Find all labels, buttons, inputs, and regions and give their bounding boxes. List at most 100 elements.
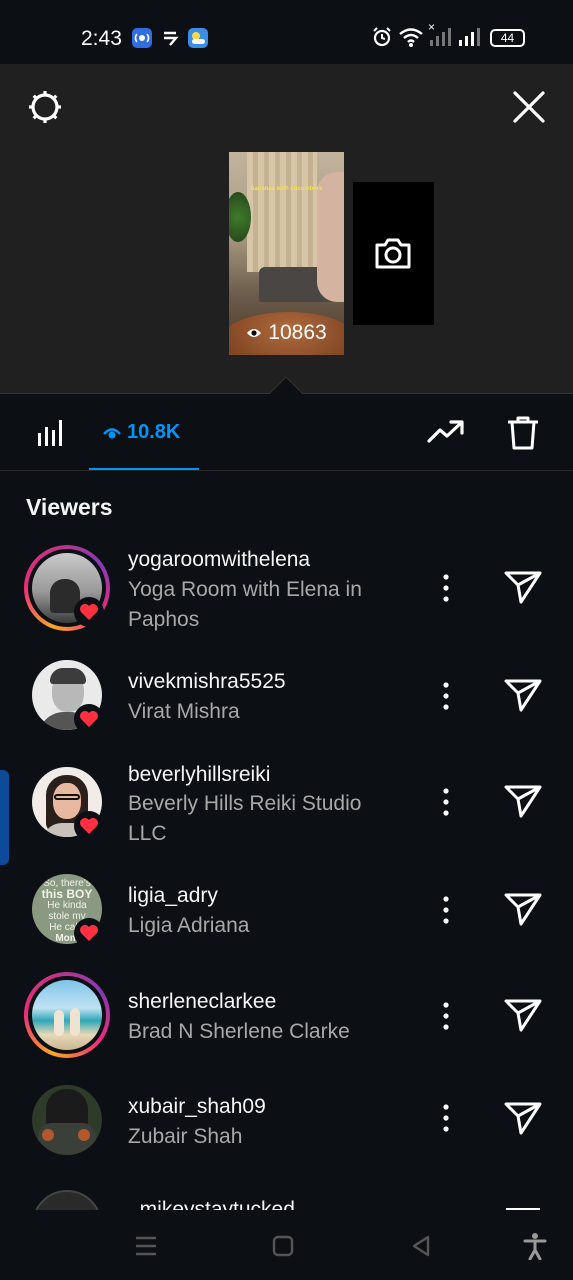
viewer-username[interactable]: yogaroomwithelena xyxy=(128,548,310,572)
avatar xyxy=(32,980,102,1050)
viewer-row[interactable]: xubair_shah09 Zubair Shah xyxy=(0,1077,573,1163)
avatar-figure xyxy=(54,1010,64,1036)
close-button[interactable] xyxy=(508,86,550,128)
battery-icon: 44 xyxy=(490,29,525,47)
viewer-row[interactable]: vivekmishra5525 Virat Mishra xyxy=(0,652,573,738)
viewer-username[interactable]: sherleneclarkee xyxy=(128,990,276,1014)
send-icon[interactable] xyxy=(503,997,543,1033)
avatar-wrap[interactable]: So, there's this BOY He kinda stole my H… xyxy=(24,866,110,952)
liked-badge xyxy=(74,597,104,627)
alarm-icon xyxy=(371,26,393,53)
send-icon[interactable] xyxy=(503,677,543,713)
viewers-heading: Viewers xyxy=(26,494,113,520)
viewer-username[interactable]: beverlyhillsreiki xyxy=(128,763,270,787)
viewer-full-name-line: LLC xyxy=(128,822,167,845)
app-notification-icon xyxy=(132,28,152,48)
send-icon[interactable] xyxy=(503,1100,543,1136)
avatar-text: this BOY xyxy=(41,887,93,901)
active-tab-indicator xyxy=(89,468,199,470)
settings-button[interactable] xyxy=(24,86,66,128)
system-nav-bar xyxy=(0,1210,573,1280)
back-icon[interactable] xyxy=(410,1235,432,1257)
avatar-wrap[interactable] xyxy=(24,652,110,738)
viewer-row[interactable]: yogaroomwithelena Yoga Room with Elena i… xyxy=(0,545,573,645)
settings-icon xyxy=(29,91,61,123)
story-views-number: 10863 xyxy=(268,321,327,344)
avatar-wrap[interactable] xyxy=(24,759,110,845)
bar-chart-icon[interactable] xyxy=(37,419,65,447)
more-icon[interactable] xyxy=(436,1103,456,1133)
liked-badge xyxy=(74,918,104,948)
signal-icon-1: × xyxy=(428,20,452,53)
thumb-curtain xyxy=(247,152,317,272)
more-icon[interactable] xyxy=(436,1001,456,1031)
accessibility-icon[interactable] xyxy=(523,1232,547,1260)
liked-badge xyxy=(74,811,104,841)
avatar-glasses xyxy=(54,794,80,800)
selected-story-pointer xyxy=(268,376,304,395)
story-view-count: 10863 xyxy=(229,321,344,345)
viewer-username[interactable]: _mikeystaytucked xyxy=(128,1198,295,1210)
story-thumbnail[interactable]: bananas with cucumbers 10863 xyxy=(229,152,344,355)
viewer-full-name-line: Paphos xyxy=(128,608,200,631)
more-icon[interactable] xyxy=(436,895,456,925)
tab-views[interactable]: 10.8K xyxy=(89,394,199,470)
status-time: 2:43 xyxy=(81,27,122,50)
avatar-text: He kinda xyxy=(47,900,87,911)
trend-icon[interactable] xyxy=(427,419,465,445)
avatar xyxy=(32,1085,102,1155)
heart-icon xyxy=(80,711,98,727)
avatar xyxy=(32,1190,102,1210)
views-count-label: 10.8K xyxy=(127,421,181,443)
camera-icon xyxy=(375,238,411,269)
trash-icon[interactable] xyxy=(506,415,540,451)
avatar-wrap[interactable] xyxy=(24,1077,110,1163)
viewer-row[interactable]: _mikeystaytucked xyxy=(0,1186,573,1210)
no-signal-mark: × xyxy=(428,20,436,34)
send-icon[interactable] xyxy=(503,569,543,605)
status-bar: 2:43 × 44 xyxy=(0,0,573,64)
viewer-username[interactable]: ligia_adry xyxy=(128,884,218,908)
viewer-full-name: Yoga Room with Elena in Paphos xyxy=(128,575,418,635)
heart-icon xyxy=(80,604,98,620)
add-story-tile[interactable] xyxy=(353,182,434,325)
viewer-username[interactable]: vivekmishra5525 xyxy=(128,670,286,694)
viewer-row[interactable]: sherleneclarkee Brad N Sherlene Clarke xyxy=(0,972,573,1058)
viewer-full-name: Virat Mishra xyxy=(128,700,240,723)
viewer-full-name-line: Beverly Hills Reiki Studio xyxy=(128,792,362,815)
avatar-story-ring[interactable] xyxy=(24,545,110,631)
viewer-full-name: Brad N Sherlene Clarke xyxy=(128,1020,350,1043)
heart-icon xyxy=(80,818,98,834)
viewer-username[interactable]: xubair_shah09 xyxy=(128,1095,266,1119)
send-icon[interactable] xyxy=(503,891,543,927)
liked-badge xyxy=(74,704,104,734)
avatar-face xyxy=(53,783,81,819)
avatar-figure xyxy=(70,1008,80,1036)
home-icon[interactable] xyxy=(272,1235,294,1257)
battery-level: 44 xyxy=(500,31,515,45)
avatar-patch xyxy=(78,1129,90,1141)
avatar-story-ring[interactable] xyxy=(24,972,110,1058)
shield-app-icon xyxy=(160,28,180,48)
viewer-full-name: Ligia Adriana xyxy=(128,914,250,937)
viewer-full-name: Zubair Shah xyxy=(128,1125,243,1148)
weather-app-icon xyxy=(188,28,208,48)
insights-tab-row xyxy=(0,394,573,471)
viewer-row[interactable]: beverlyhillsreiki Beverly Hills Reiki St… xyxy=(0,759,573,859)
close-icon xyxy=(513,91,545,123)
send-icon[interactable] xyxy=(503,783,543,819)
eye-icon xyxy=(103,428,121,439)
heart-icon xyxy=(80,925,98,941)
wifi-icon xyxy=(398,26,424,53)
more-icon[interactable] xyxy=(436,681,456,711)
viewer-row[interactable]: So, there's this BOY He kinda stole my H… xyxy=(0,866,573,952)
avatar-patch xyxy=(42,1129,54,1141)
more-icon[interactable] xyxy=(436,787,456,817)
more-icon[interactable] xyxy=(436,573,456,603)
menu-icon[interactable] xyxy=(134,1235,158,1257)
signal-icon-2 xyxy=(457,26,481,53)
viewer-full-name-line: Yoga Room with Elena in xyxy=(128,578,362,601)
eye-icon xyxy=(247,329,262,337)
avatar-hair xyxy=(50,668,86,684)
viewer-full-name: Beverly Hills Reiki Studio LLC xyxy=(128,789,418,849)
